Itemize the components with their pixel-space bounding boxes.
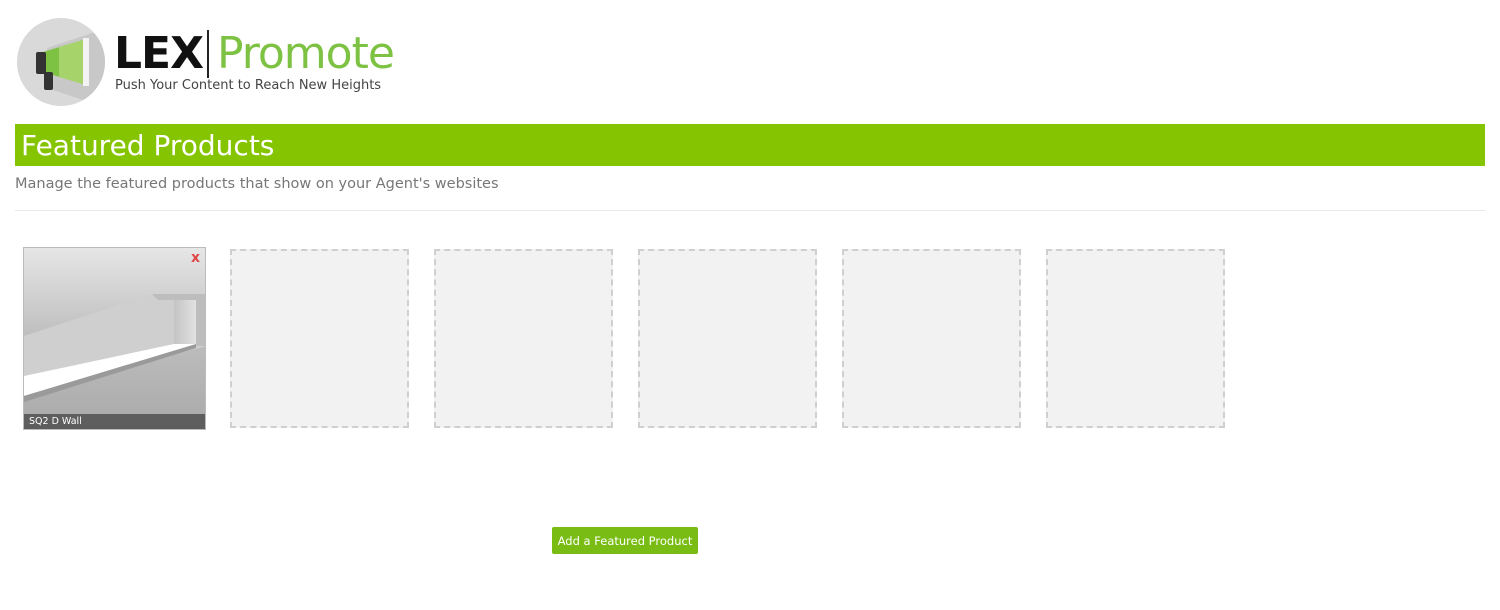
empty-product-slot[interactable] bbox=[842, 249, 1021, 428]
divider bbox=[15, 210, 1485, 211]
page-subtitle: Manage the featured products that show o… bbox=[15, 176, 499, 192]
add-featured-product-button[interactable]: Add a Featured Product bbox=[552, 527, 698, 554]
brand-tagline: Push Your Content to Reach New Heights bbox=[115, 78, 382, 93]
megaphone-icon bbox=[17, 18, 105, 106]
page-title: Featured Products bbox=[21, 129, 275, 162]
featured-product-card[interactable]: x SQ2 D Wall bbox=[23, 247, 206, 430]
title-bar: Featured Products bbox=[15, 124, 1485, 166]
empty-product-slot[interactable] bbox=[230, 249, 409, 428]
empty-product-slot[interactable] bbox=[638, 249, 817, 428]
brand-logo: LEX Promote Push Your Content to Reach N… bbox=[17, 18, 397, 110]
empty-product-slot[interactable] bbox=[434, 249, 613, 428]
brand-separator bbox=[207, 30, 209, 78]
remove-product-button[interactable]: x bbox=[191, 250, 200, 266]
brand-product: Promote bbox=[217, 28, 395, 79]
product-label: SQ2 D Wall bbox=[24, 414, 205, 429]
brand-name: LEX bbox=[114, 28, 204, 79]
empty-product-slot[interactable] bbox=[1046, 249, 1225, 428]
